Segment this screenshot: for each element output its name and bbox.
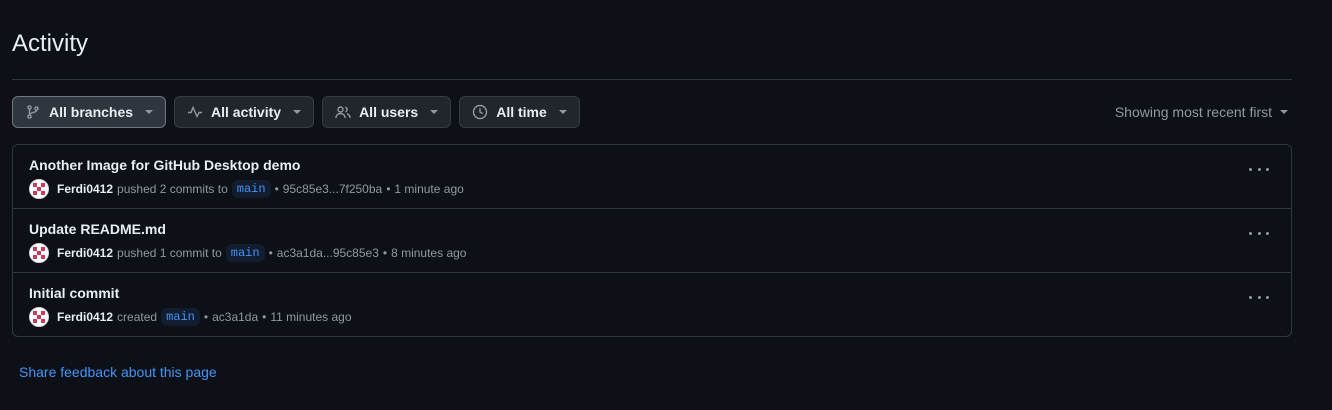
avatar[interactable] (29, 243, 49, 263)
avatar[interactable] (29, 179, 49, 199)
username-link[interactable]: Ferdi0412 (57, 182, 113, 196)
activity-title[interactable]: Another Image for GitHub Desktop demo (29, 157, 300, 173)
kebab-menu-icon[interactable] (1249, 161, 1269, 177)
branches-filter-label: All branches (49, 104, 134, 120)
username-link[interactable]: Ferdi0412 (57, 310, 113, 324)
activity-row: Update README.md Ferdi0412 pushed 1 comm… (13, 209, 1291, 273)
sort-order-label: Showing most recent first (1114, 104, 1272, 120)
avatar[interactable] (29, 307, 49, 327)
title-divider (12, 79, 1292, 80)
activity-time: 8 minutes ago (391, 246, 467, 260)
commit-range-link[interactable]: 95c85e3...7f250ba (283, 182, 382, 196)
users-filter-label: All users (359, 104, 419, 120)
activity-title[interactable]: Initial commit (29, 285, 119, 301)
page-title: Activity (12, 30, 89, 57)
chevron-down-icon (558, 110, 567, 114)
separator: • (274, 182, 279, 196)
chevron-down-icon (293, 110, 302, 114)
chevron-down-icon (145, 110, 154, 114)
branch-badge[interactable]: main (161, 308, 200, 326)
filter-bar: All branches All activity All users All … (12, 96, 580, 128)
kebab-menu-icon[interactable] (1249, 289, 1269, 305)
activity-time: 11 minutes ago (270, 310, 352, 324)
activity-action: created (117, 310, 158, 324)
commit-range-link[interactable]: ac3a1da...95c85e3 (277, 246, 379, 260)
activity-page: Activity All branches All activity All u… (0, 0, 1332, 410)
commit-range-link[interactable]: ac3a1da (212, 310, 258, 324)
separator: • (262, 310, 267, 324)
branch-badge[interactable]: main (231, 180, 271, 198)
activity-filter-label: All activity (211, 104, 282, 120)
activity-action: pushed 1 commit to (117, 246, 222, 260)
share-feedback-link[interactable]: Share feedback about this page (19, 364, 217, 380)
time-filter-button[interactable]: All time (459, 96, 580, 128)
git-branch-icon (25, 104, 41, 120)
branch-badge[interactable]: main (225, 244, 265, 262)
separator: • (203, 310, 209, 324)
kebab-menu-icon[interactable] (1249, 225, 1269, 241)
activity-row: Initial commit Ferdi0412 created main • … (13, 273, 1291, 336)
clock-icon (472, 104, 488, 120)
chevron-down-icon (430, 110, 439, 114)
pulse-icon (187, 104, 203, 120)
username-link[interactable]: Ferdi0412 (57, 246, 113, 260)
activity-filter-button[interactable]: All activity (174, 96, 315, 128)
people-icon (335, 104, 351, 120)
activity-time: 1 minute ago (394, 182, 464, 196)
activity-row: Another Image for GitHub Desktop demo Fe… (13, 145, 1291, 209)
activity-meta: Ferdi0412 created main • ac3a1da • 11 mi… (29, 307, 356, 327)
users-filter-button[interactable]: All users (322, 96, 452, 128)
separator: • (382, 246, 388, 260)
chevron-down-icon (1280, 110, 1288, 114)
time-filter-label: All time (496, 104, 547, 120)
activity-meta: Ferdi0412 pushed 1 commit to main • ac3a… (29, 243, 470, 263)
separator: • (268, 246, 273, 260)
activity-meta: Ferdi0412 pushed 2 commits to main • 95c… (29, 179, 468, 199)
branches-filter-button[interactable]: All branches (12, 96, 167, 128)
separator: • (386, 182, 391, 196)
activity-action: pushed 2 commits to (117, 182, 228, 196)
activity-title[interactable]: Update README.md (29, 221, 166, 237)
sort-order-dropdown[interactable]: Showing most recent first (1115, 104, 1288, 120)
activity-list: Another Image for GitHub Desktop demo Fe… (12, 144, 1292, 337)
